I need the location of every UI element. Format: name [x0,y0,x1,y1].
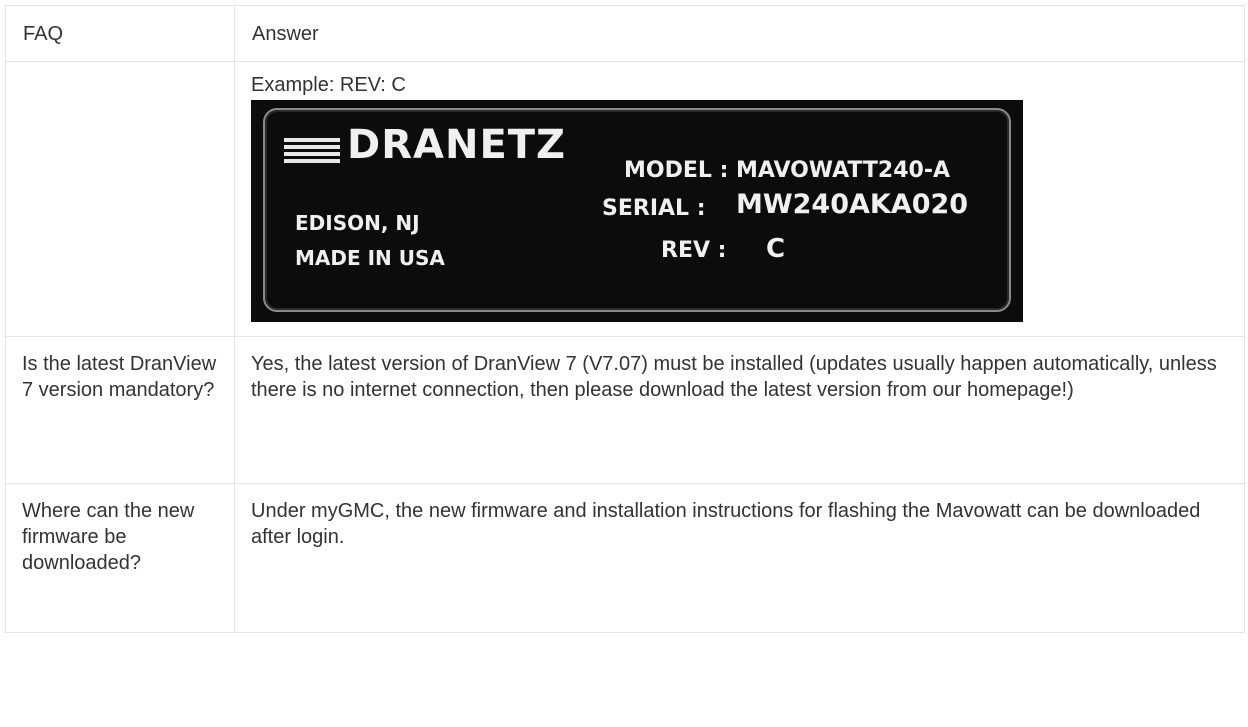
nameplate-city: EDISON, NJ [295,211,420,235]
example-label: Example: REV: C [251,74,406,96]
table-row: Example: REV: C DRANETZ MODEL : MAVOWATT… [5,61,1245,337]
answer-cell: Under myGMC, the new firmware and instal… [234,483,1245,633]
nameplate-serial-value: MW240AKA020 [736,189,969,220]
answer-cell: Example: REV: C DRANETZ MODEL : MAVOWATT… [234,61,1245,337]
dranetz-logo-icon [284,138,340,170]
answer-column-header: Answer [234,5,1245,62]
faq-column-header: FAQ [5,5,235,62]
nameplate-rev-value: C [766,234,786,264]
table-row: Where can the new firmware be downloaded… [5,483,1245,633]
table-header-row: FAQ Answer [5,5,1245,62]
empty-question-cell [5,61,235,337]
faq-table: FAQ Answer Example: REV: C DRANETZ MODEL… [5,5,1245,633]
nameplate-model: MODEL : MAVOWATT240-A [624,158,950,183]
nameplate-rev-label: REV : [661,238,727,263]
nameplate-serial-label: SERIAL : [602,196,706,221]
question-cell: Where can the new firmware be downloaded… [5,483,235,633]
nameplate-brand: DRANETZ [347,122,567,168]
answer-cell: Yes, the latest version of DranView 7 (V… [234,336,1245,484]
nameplate-origin: MADE IN USA [295,246,445,270]
question-cell: Is the latest DranView 7 version mandato… [5,336,235,484]
nameplate-image: DRANETZ MODEL : MAVOWATT240-A SERIAL : M… [251,100,1023,322]
table-row: Is the latest DranView 7 version mandato… [5,336,1245,484]
